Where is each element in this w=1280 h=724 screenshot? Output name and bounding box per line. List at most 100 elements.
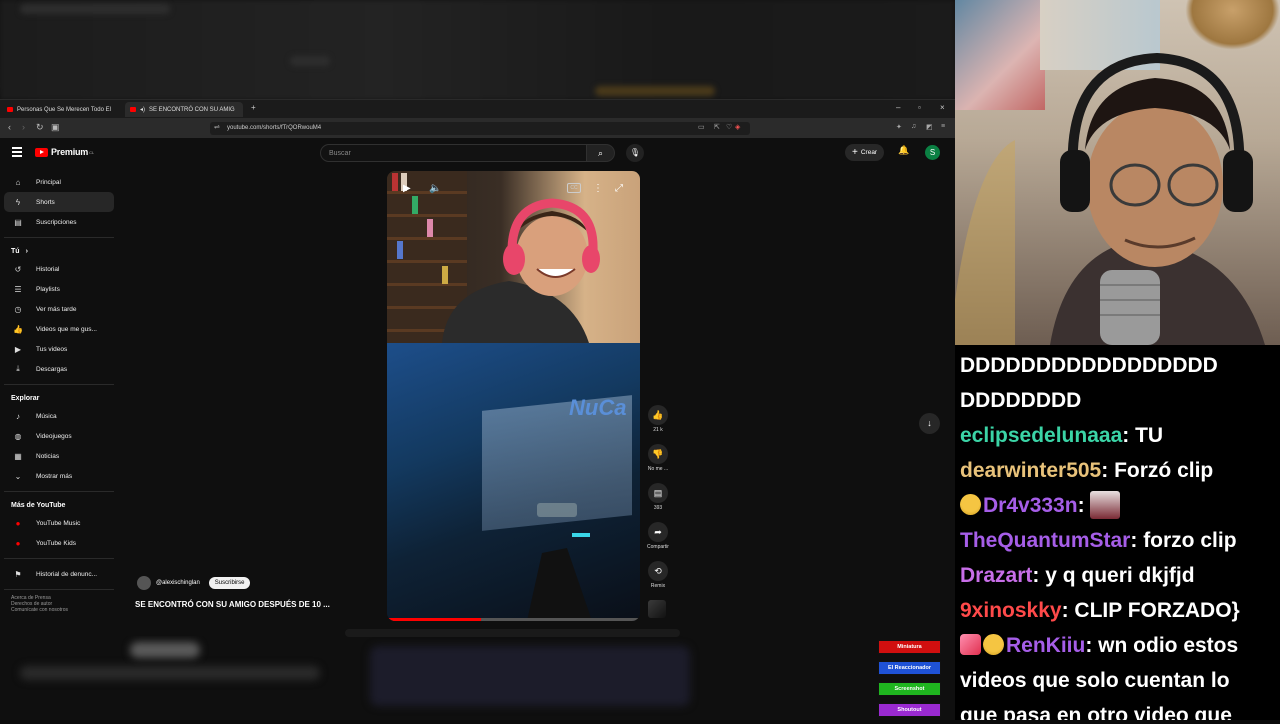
remix-action[interactable]: ⟲Remix	[645, 561, 671, 600]
account-avatar[interactable]: S	[925, 145, 940, 160]
comment-icon: ▤	[648, 483, 668, 503]
chat-emote-image	[1090, 491, 1120, 519]
chat-message: TheQuantumStar: forzo clip	[960, 523, 1280, 558]
channel-avatar[interactable]	[137, 576, 151, 590]
url-field[interactable]: youtube.com/shorts/fTrQORwouM4	[210, 122, 750, 135]
sidebar-item-descargas[interactable]: ⤓Descargas	[4, 359, 114, 379]
sidebar-item-liked-videos[interactable]: 👍Videos que me gus...	[4, 319, 114, 339]
share-page-icon[interactable]: ⇱	[714, 123, 720, 131]
restore-icon[interactable]: ▫	[918, 103, 921, 112]
alert-miniatura-button[interactable]: Miniatura	[878, 640, 941, 654]
chevron-right-icon: ›	[26, 248, 28, 255]
search-button[interactable]: ⌕	[587, 144, 615, 162]
sidebar-divider	[4, 558, 114, 559]
watch-later-icon: ◷	[11, 305, 25, 314]
chat-username[interactable]: Drazart	[960, 564, 1032, 587]
back-icon[interactable]: ‹	[8, 122, 11, 132]
media-icon[interactable]: ♫	[911, 123, 916, 130]
alert-screenshot-button[interactable]: Screenshot	[878, 682, 941, 696]
play-icon[interactable]: ▶	[403, 183, 411, 194]
youtube-header: Premium CL ⌕ 🎙 + Crear 🔔 S	[0, 138, 955, 168]
chat-message: DDDDDDDDDDDDDDDDD	[960, 348, 1280, 383]
sound-thumbnail[interactable]	[648, 600, 666, 618]
sidebar-item-principal[interactable]: ⌂Principal	[4, 172, 114, 192]
like-action[interactable]: 👍21 k	[645, 405, 671, 444]
forward-icon[interactable]: ›	[22, 122, 25, 132]
alert-shoutout-button[interactable]: Shoutout	[878, 703, 941, 717]
browser-tab-active[interactable]: ◂) SE ENCONTRÓ CON SU AMIG ×	[125, 102, 243, 117]
sidebar-item-report-history[interactable]: ⚑Historial de denunc...	[4, 564, 114, 584]
next-short-button[interactable]: ↓	[919, 413, 940, 434]
volume-icon[interactable]: 🔈	[429, 183, 441, 194]
short-title[interactable]: SE ENCONTRÓ CON SU AMIGO DESPUÉS DE 10 .…	[135, 600, 330, 609]
sidebar-item-shorts[interactable]: ϟShorts	[4, 192, 114, 212]
captions-icon[interactable]: CC	[567, 183, 581, 193]
sidebar-item-youtube-music[interactable]: ●YouTube Music	[4, 513, 114, 533]
shorts-video-player[interactable]: ▶ 🔈 CC ⋮ ⤢ NuCa	[387, 171, 640, 621]
footer-link-line[interactable]: Comunícate con nosotros	[11, 607, 114, 613]
chat-message: RenKiiu: wn odio estos	[960, 628, 1280, 663]
video-progress-bar[interactable]	[387, 618, 640, 621]
chat-username[interactable]: dearwinter505	[960, 459, 1101, 482]
menu-icon[interactable]: ≡	[941, 123, 945, 130]
site-info-icon[interactable]: ⇌	[214, 123, 220, 131]
sidebar-item-playlists[interactable]: ☰Playlists	[4, 279, 114, 299]
youtube-favicon-icon	[130, 107, 136, 112]
brave-shield-icon[interactable]: ◈	[735, 123, 740, 131]
sidebar-item-musica[interactable]: ♪Música	[4, 406, 114, 426]
sidebar-section-explorar: Explorar	[4, 390, 114, 406]
wallet-icon[interactable]: ◩	[926, 123, 933, 131]
youtube-music-icon: ●	[11, 519, 25, 528]
alert-reaccionador-button[interactable]: El Reaccionador	[878, 661, 941, 675]
chevron-down-icon: ⌄	[11, 472, 25, 481]
sidebar-item-tus-videos[interactable]: ▶Tus videos	[4, 339, 114, 359]
gem-emoji-icon	[960, 634, 981, 655]
share-action[interactable]: ➦Compartir	[645, 522, 671, 561]
chat-username[interactable]: TheQuantumStar	[960, 529, 1130, 552]
notifications-bell-icon[interactable]: 🔔	[898, 145, 909, 156]
fullscreen-icon[interactable]: ⤢	[615, 183, 623, 194]
extensions-icon[interactable]: ✦	[896, 123, 902, 131]
chat-username[interactable]: eclipsedelunaaa	[960, 424, 1122, 447]
search-icon: ⌕	[598, 148, 603, 158]
streamer-webcam	[955, 0, 1280, 345]
sidebar-section-you[interactable]: Tú›	[4, 243, 114, 259]
chat-username[interactable]: RenKiiu	[1006, 634, 1085, 657]
sidebar-item-noticias[interactable]: ▦Noticias	[4, 446, 114, 466]
chat-message: dearwinter505: Forzó clip	[960, 453, 1280, 488]
new-tab-icon[interactable]: +	[251, 103, 256, 112]
chat-message: eclipsedelunaaa: TU	[960, 418, 1280, 453]
hamburger-menu-icon[interactable]	[12, 147, 22, 159]
sidebar-item-youtube-kids[interactable]: ●YouTube Kids	[4, 533, 114, 553]
sidebar-item-historial[interactable]: ↺Historial	[4, 259, 114, 279]
sidebar-section-mas-de-youtube: Más de YouTube	[4, 497, 114, 513]
chat-username[interactable]: Dr4v333n	[983, 494, 1078, 517]
voice-search-button[interactable]: 🎙	[626, 144, 644, 162]
blurred-element	[290, 56, 330, 66]
sidebar-item-suscripciones[interactable]: ▤Suscripciones	[4, 212, 114, 232]
arrow-down-icon: ↓	[927, 418, 932, 428]
sidebar-item-ver-mas-tarde[interactable]: ◷Ver más tarde	[4, 299, 114, 319]
sidebar-divider	[4, 384, 114, 385]
channel-name[interactable]: @alexischinglan	[156, 580, 200, 586]
minimize-icon[interactable]: –	[896, 103, 900, 112]
blurred-bottom-area	[0, 636, 955, 720]
chat-username[interactable]: 9xinoskky	[960, 599, 1062, 622]
reload-icon[interactable]: ↻	[36, 122, 44, 133]
comments-action[interactable]: ▤393	[645, 483, 671, 522]
split-view-icon[interactable]: ▣	[51, 122, 60, 133]
browser-tab[interactable]: Personas Que Se Merecen Todo El	[2, 102, 122, 117]
search-input[interactable]	[320, 144, 587, 162]
dislike-action[interactable]: 👎No me ...	[645, 444, 671, 483]
subscribe-button[interactable]: Suscribirse	[209, 577, 251, 589]
close-window-icon[interactable]: ×	[940, 103, 945, 112]
screenshot-icon[interactable]: ▭	[698, 123, 705, 131]
youtube-premium-logo[interactable]: Premium CL	[35, 147, 94, 157]
sidebar-item-videojuegos[interactable]: ◍Videojuegos	[4, 426, 114, 446]
address-bar-row: ‹ › ↻ ▣ youtube.com/shorts/fTrQORwouM4 ⇌…	[0, 118, 955, 138]
create-button[interactable]: + Crear	[845, 144, 884, 161]
facecam-video-region: ▶ 🔈 CC ⋮ ⤢	[387, 171, 640, 343]
more-options-icon[interactable]: ⋮	[593, 183, 603, 194]
sidebar-item-mostrar-mas[interactable]: ⌄Mostrar más	[4, 466, 114, 486]
bookmark-icon[interactable]: ♡	[726, 123, 732, 131]
